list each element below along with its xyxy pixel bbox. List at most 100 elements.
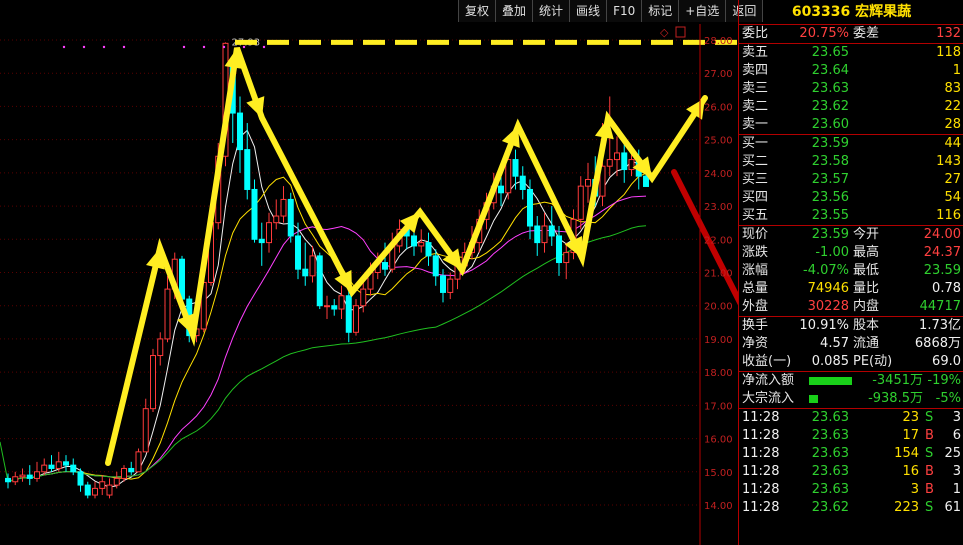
bid-row[interactable]: 买五 23.55 116 [739,207,963,225]
tick-list[interactable]: 11:28 23.63 23 S 3 11:28 23.63 17 B 6 11:28 23.63 15… [739,408,963,517]
candle-body [26,474,33,479]
dot-marker [182,45,186,49]
candle-body [498,185,504,194]
ask-level-label: 卖四 [742,63,769,78]
tick-price: 23.63 [811,446,849,461]
bid-row[interactable]: 买二 23.58 143 [739,153,963,171]
candle-body [280,198,287,217]
bid-level-label: 买二 [742,154,769,169]
draw-line-button[interactable]: 画线 [570,0,608,22]
candle [92,481,98,499]
kline-chart-area[interactable]: 27.93 28.0027.0026.0025.0024.0023.0022.0… [0,0,764,545]
candle [157,332,164,366]
stat-value: 10.91% [799,318,849,333]
candle [585,162,591,203]
flow-label: 大宗流入 [742,391,795,406]
candle-body [5,477,11,483]
bid-volume: 27 [944,172,961,187]
ask-price: 23.60 [811,117,849,132]
quote-value: 23.59 [811,227,849,242]
candle [331,299,338,316]
flow-bar [809,395,818,403]
quote-value: 30228 [807,299,849,314]
quote-label: 最高 [853,245,880,260]
weibi-value: 20.75% [799,26,849,41]
dot-marker [262,45,266,49]
dot-marker [202,45,206,49]
bid-row[interactable]: 买四 23.56 54 [739,189,963,207]
tick-volume: 16 [902,464,919,479]
ma10-line [7,172,647,483]
y-tick-label: 18.00 [704,368,733,379]
bid-row[interactable]: 买三 23.57 27 [739,171,963,189]
candle-body [585,179,591,187]
add-watchlist-button[interactable]: +自选 [679,0,727,22]
candle-body [382,262,388,270]
overlay-button[interactable]: 叠加 [496,0,534,22]
flow-label: 净流入额 [742,373,795,388]
candle [534,216,541,256]
candle-body [331,305,338,310]
restore-rights-button[interactable]: 复权 [459,0,497,22]
candle-body [411,235,417,247]
tick-row[interactable]: 11:28 23.62 223 S 61 [739,499,963,517]
candle [316,252,323,310]
candle-body [643,175,649,187]
ask-row[interactable]: 卖二 23.62 22 [739,98,963,116]
candle-body [237,112,243,151]
tick-row[interactable]: 11:28 23.63 16 B 3 [739,463,963,481]
quote-label: 外盘 [742,299,769,314]
candle-body [418,242,425,247]
statistics-button[interactable]: 统计 [533,0,571,22]
candle-body [534,225,541,244]
candle-body [621,152,628,171]
tick-time: 11:28 [742,428,780,443]
stat-value: 4.57 [820,336,849,351]
stat-value: 6868万 [914,336,961,351]
candle-body [556,235,562,264]
bid-price: 23.56 [811,190,849,205]
stat-value: 0.085 [811,354,849,369]
candle [447,272,454,300]
candle-body [99,481,106,489]
tick-row[interactable]: 11:28 23.63 23 S 3 [739,409,963,427]
tick-time: 11:28 [742,482,780,497]
ask-row[interactable]: 卖四 23.64 1 [739,62,963,80]
candle-body [77,471,84,486]
tick-side: S [925,410,934,425]
candle-body [63,461,69,466]
bid-volume: 116 [936,208,961,223]
tick-side: B [925,428,934,443]
tick-side: B [925,464,934,479]
candle-body [519,175,526,190]
ask-row[interactable]: 卖三 23.63 83 [739,80,963,98]
candle-body [164,288,171,340]
kline-chart[interactable]: 27.93 28.0027.0026.0025.0024.0023.0022.0… [0,0,738,545]
dot-marker [242,45,246,49]
ask-level-label: 卖三 [742,81,769,96]
tick-row[interactable]: 11:28 23.63 17 B 6 [739,427,963,445]
candle-body [121,467,127,479]
flow-block: 净流入额 -3451万 -19% 大宗流入 -938.5万 -5% [739,371,963,408]
tick-volume: 17 [902,428,919,443]
ask-row[interactable]: 卖一 23.60 28 [739,116,963,134]
bid-row[interactable]: 买一 23.59 44 [739,135,963,153]
y-tick-label: 23.00 [704,202,733,213]
candle [99,475,106,496]
candle-body [577,185,584,220]
candle-body [251,188,258,240]
quote-value: 0.78 [932,281,961,296]
ask-row[interactable]: 卖五 23.65 118 [739,44,963,62]
f10-button[interactable]: F10 [607,0,643,22]
candle-body [41,464,48,473]
candle [302,242,309,286]
candle [55,451,62,472]
mark-button[interactable]: 标记 [642,0,680,22]
tick-row[interactable]: 11:28 23.63 154 S 25 [739,445,963,463]
candle [26,465,33,486]
stat-label: 收益(一) [742,354,792,369]
candle [12,471,19,486]
tick-row[interactable]: 11:28 23.63 3 B 1 [739,481,963,499]
dot-marker [62,45,66,49]
candle-body [150,355,156,410]
